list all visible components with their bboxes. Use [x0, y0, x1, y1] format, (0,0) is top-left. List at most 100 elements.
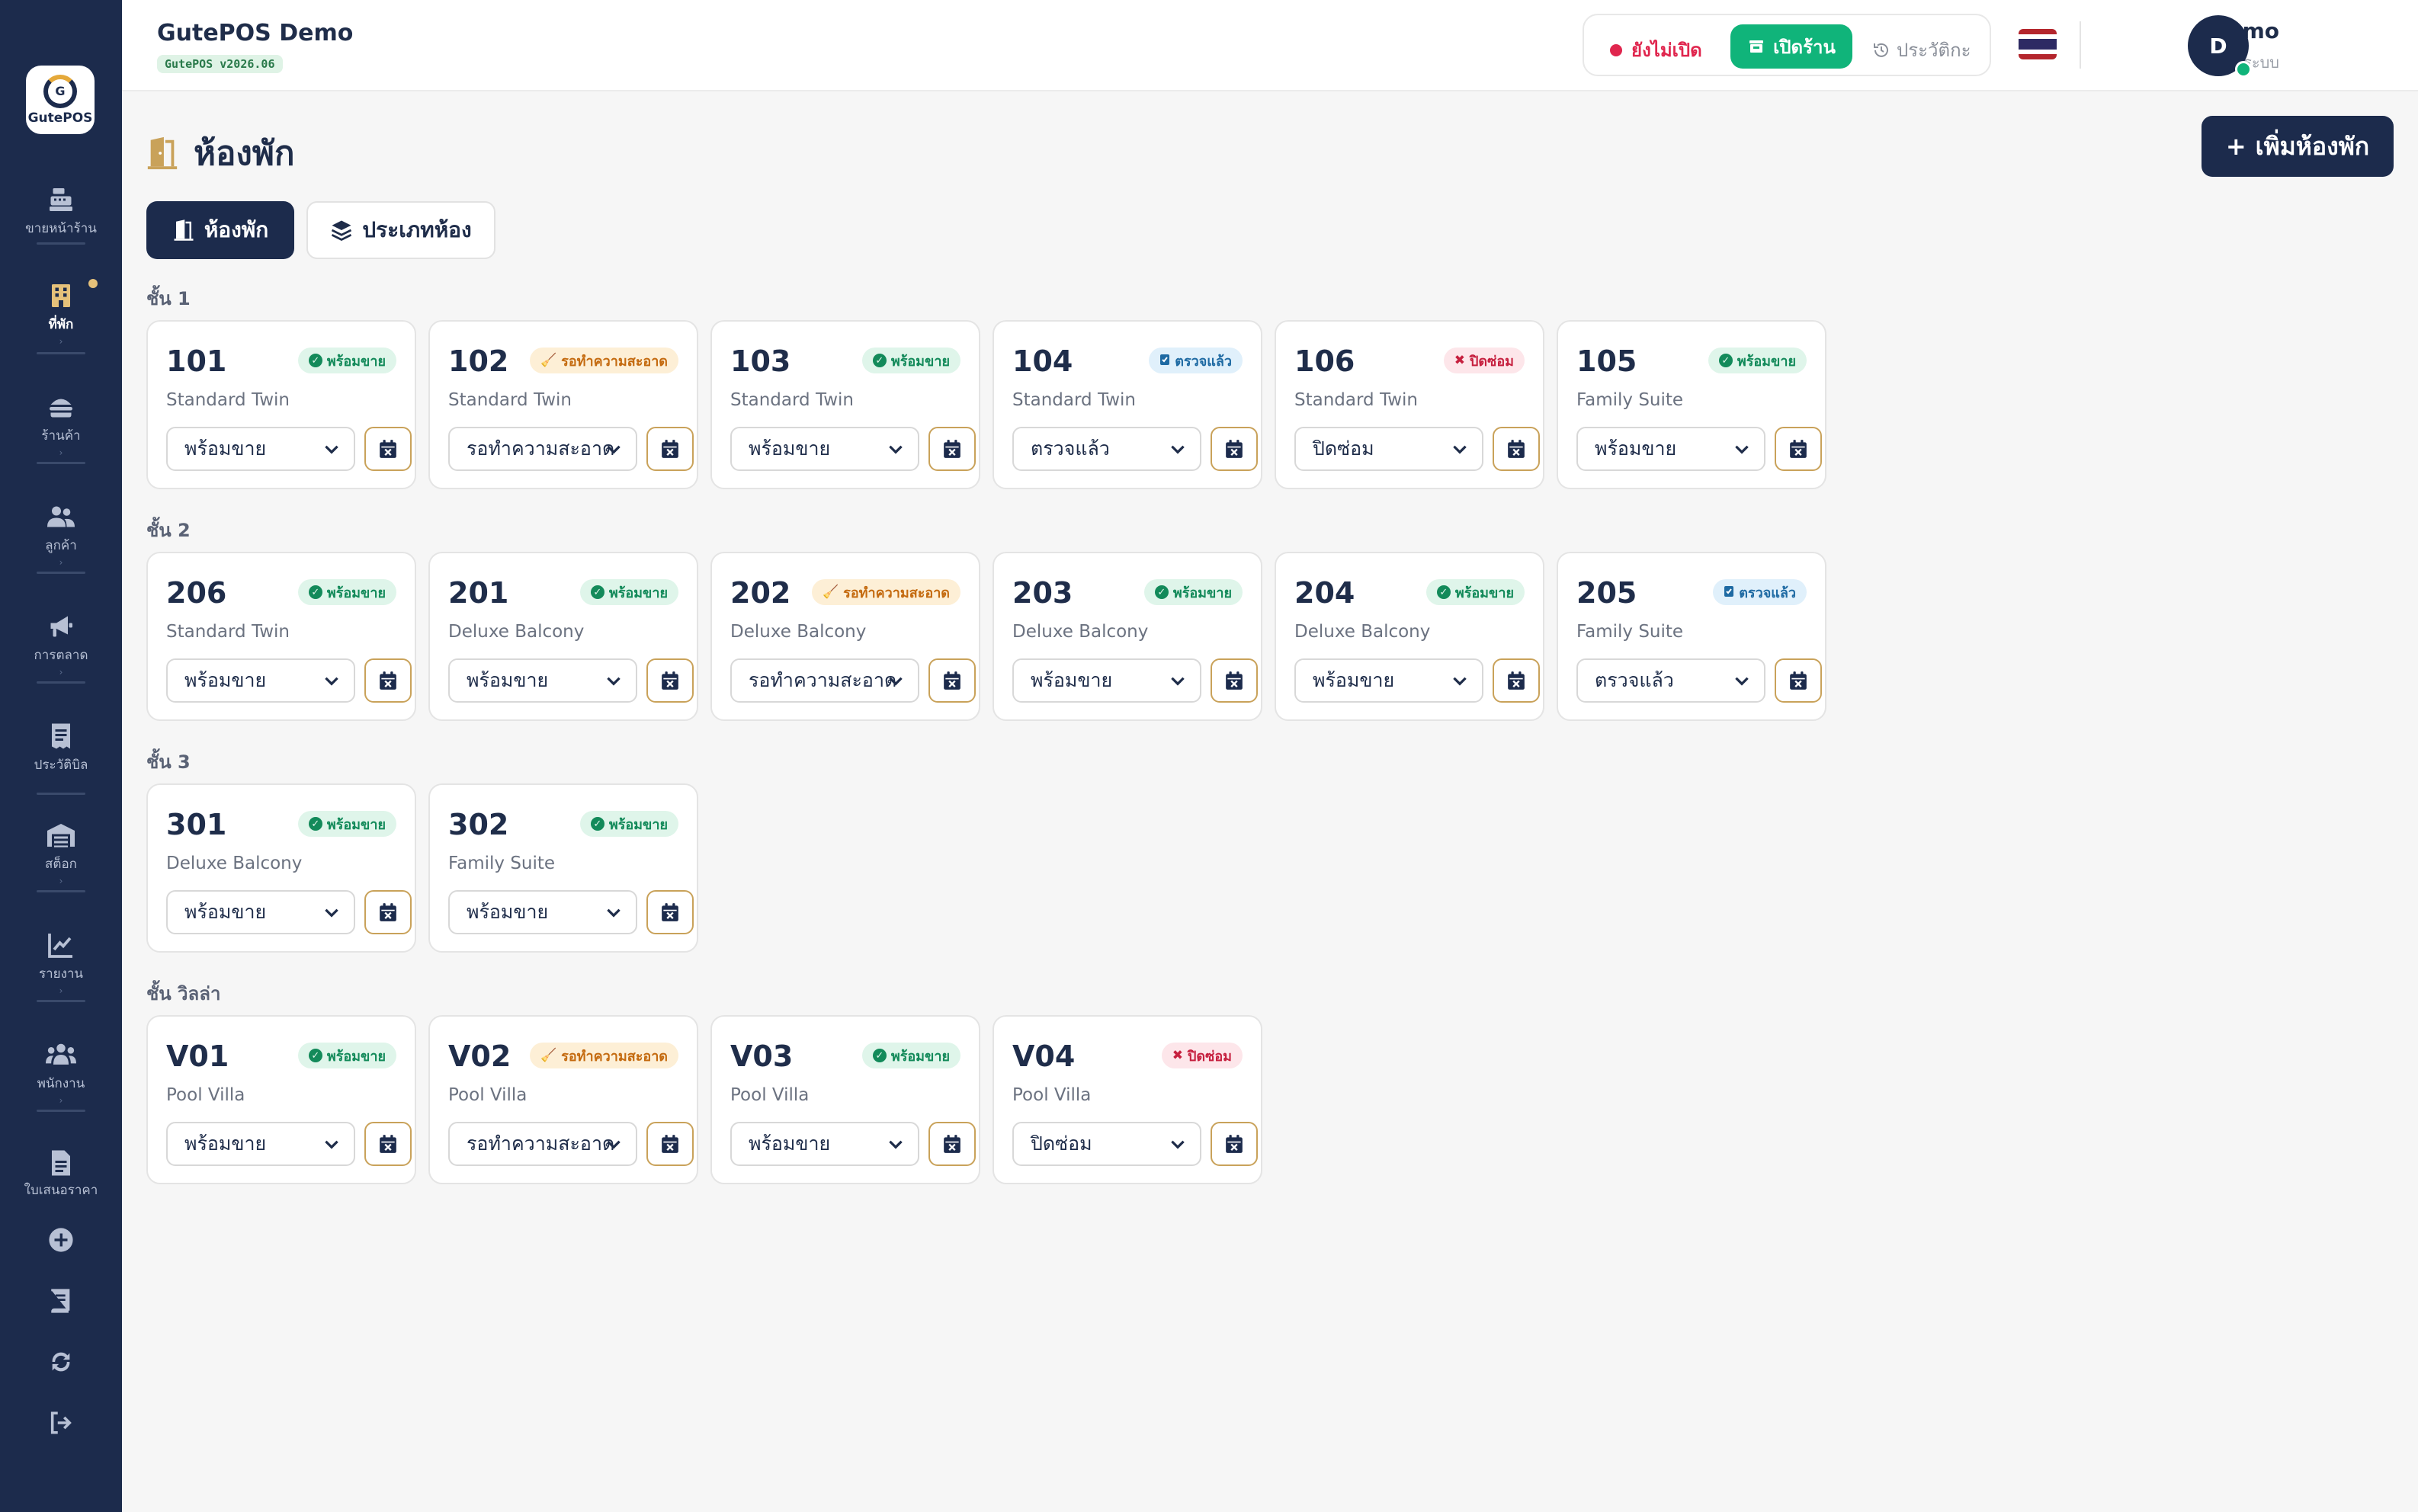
logout-button[interactable] — [0, 1410, 122, 1436]
calendar-block-button[interactable] — [364, 1122, 412, 1166]
sidebar-item-label: ขายหน้าร้าน — [25, 221, 97, 236]
status-badge: ✓ พร้อมขาย — [861, 348, 960, 373]
room-card[interactable]: 202 🧹 รอทำความสะอาด Deluxe Balcony รอทำความส… — [710, 552, 980, 721]
calendar-block-button[interactable] — [646, 658, 694, 703]
thai-flag-icon[interactable] — [2019, 29, 2057, 59]
room-card[interactable]: 302 ✓ พร้อมขาย Family Suite พร้อมขาย — [428, 783, 698, 953]
calendar-block-button[interactable] — [1775, 427, 1822, 471]
room-status-select[interactable]: พร้อมขาย — [166, 427, 355, 471]
room-card[interactable]: 101 ✓ พร้อมขาย Standard Twin พร้อมขาย — [146, 320, 416, 489]
sidebar-item-shop[interactable]: ร้านค้า › — [0, 392, 122, 458]
calendar-block-button[interactable] — [1211, 1122, 1258, 1166]
calendar-block-button[interactable] — [646, 890, 694, 934]
status-badge: 🧹 รอทำความสะอาด — [529, 348, 678, 373]
manual-button[interactable] — [0, 1288, 122, 1314]
calendar-block-button[interactable] — [364, 427, 412, 471]
room-status-select[interactable]: ปิดซ่อม — [1294, 427, 1483, 471]
calendar-block-button[interactable] — [1211, 658, 1258, 703]
room-status-select[interactable]: พร้อมขาย — [1294, 658, 1483, 703]
room-card[interactable]: 201 ✓ พร้อมขาย Deluxe Balcony พร้อมขาย — [428, 552, 698, 721]
calendar-block-button[interactable] — [1775, 658, 1822, 703]
room-status-select[interactable]: พร้อมขาย — [448, 890, 637, 934]
sidebar-item-accommodation[interactable]: ที่พัก › — [0, 277, 122, 347]
sidebar-item-marketing[interactable]: การตลาด › — [0, 611, 122, 678]
room-type: Deluxe Balcony — [166, 854, 303, 873]
room-status-select[interactable]: พร้อมขาย — [1012, 658, 1201, 703]
room-status-select[interactable]: รอทำความสะอาด — [730, 658, 919, 703]
room-status-select[interactable]: พร้อมขาย — [448, 658, 637, 703]
chevron-down-icon — [325, 908, 338, 918]
room-status-select[interactable]: ปิดซ่อม — [1012, 1122, 1201, 1166]
room-status-select[interactable]: ตรวจแล้ว — [1576, 658, 1765, 703]
room-card[interactable]: V03 ✓ พร้อมขาย Pool Villa พร้อมขาย — [710, 1015, 980, 1184]
room-status-select[interactable]: รอทำความสะอาด — [448, 1122, 637, 1166]
room-status-select[interactable]: พร้อมขาย — [730, 1122, 919, 1166]
calendar-block-button[interactable] — [646, 1122, 694, 1166]
sidebar-item-reports[interactable]: รายงาน › — [0, 930, 122, 996]
door-icon — [174, 219, 194, 241]
calendar-x-icon — [662, 1135, 678, 1153]
sidebar-item-label: รายงาน — [38, 966, 84, 982]
room-status-select[interactable]: ตรวจแล้ว — [1012, 427, 1201, 471]
room-type: Pool Villa — [1012, 1085, 1092, 1105]
chevron-down-icon — [1735, 445, 1749, 454]
calendar-block-button[interactable] — [364, 658, 412, 703]
room-status-select[interactable]: รอทำความสะอาด — [448, 427, 637, 471]
calendar-block-button[interactable] — [928, 427, 976, 471]
room-card[interactable]: 106 ✖ ปิดซ่อม Standard Twin ปิดซ่อม — [1275, 320, 1544, 489]
room-card[interactable]: 103 ✓ พร้อมขาย Standard Twin พร้อมขาย — [710, 320, 980, 489]
calendar-block-button[interactable] — [364, 890, 412, 934]
sidebar-item-customers[interactable]: ลูกค้า › — [0, 501, 122, 568]
chevron-down-icon — [889, 677, 903, 686]
room-status-select[interactable]: พร้อมขาย — [166, 1122, 355, 1166]
broom-icon: 🧹 — [540, 353, 557, 368]
room-card[interactable]: V01 ✓ พร้อมขาย Pool Villa พร้อมขาย — [146, 1015, 416, 1184]
room-status-select[interactable]: พร้อมขาย — [1576, 427, 1765, 471]
calendar-block-button[interactable] — [1211, 427, 1258, 471]
room-card[interactable]: V04 ✖ ปิดซ่อม Pool Villa ปิดซ่อม — [993, 1015, 1262, 1184]
calendar-block-button[interactable] — [1493, 427, 1540, 471]
calendar-block-button[interactable] — [646, 427, 694, 471]
room-card[interactable]: 206 ✓ พร้อมขาย Standard Twin พร้อมขาย — [146, 552, 416, 721]
room-card[interactable]: 204 ✓ พร้อมขาย Deluxe Balcony พร้อมขาย — [1275, 552, 1544, 721]
room-card[interactable]: 301 ✓ พร้อมขาย Deluxe Balcony พร้อมขาย — [146, 783, 416, 953]
broom-icon: 🧹 — [822, 585, 839, 600]
sidebar-item-pos[interactable]: ขายหน้าร้าน — [0, 184, 122, 239]
check-circle-icon: ✓ — [308, 1049, 322, 1062]
clipboard-check-icon — [1724, 585, 1734, 601]
room-status-select[interactable]: พร้อมขาย — [166, 658, 355, 703]
room-card[interactable]: 105 ✓ พร้อมขาย Family Suite พร้อมขาย — [1557, 320, 1826, 489]
app-title: GutePOS Demo — [157, 20, 354, 46]
room-card[interactable]: 102 🧹 รอทำความสะอาด Standard Twin รอทำความสะ… — [428, 320, 698, 489]
chevron-right-icon: › — [59, 557, 63, 568]
room-card[interactable]: V02 🧹 รอทำความสะอาด Pool Villa รอทำความสะอาด — [428, 1015, 698, 1184]
tab-rooms[interactable]: ห้องพัก — [146, 201, 294, 259]
sync-button[interactable] — [0, 1349, 122, 1375]
calendar-block-button[interactable] — [928, 658, 976, 703]
calendar-block-button[interactable] — [928, 1122, 976, 1166]
sidebar-item-staff[interactable]: พนักงาน › — [0, 1040, 122, 1106]
room-card[interactable]: 203 ✓ พร้อมขาย Deluxe Balcony พร้อมขาย — [993, 552, 1262, 721]
room-type: Standard Twin — [730, 390, 854, 410]
history-icon — [1874, 43, 1888, 57]
room-number: 105 — [1576, 344, 1637, 378]
status-badge: ✓ พร้อมขาย — [297, 1043, 396, 1068]
room-status-select[interactable]: พร้อมขาย — [730, 427, 919, 471]
page-title: ห้องพัก — [145, 127, 295, 180]
calendar-block-button[interactable] — [1493, 658, 1540, 703]
room-card[interactable]: 104 ตรวจแล้ว Standard Twin ตรวจแล้ว — [993, 320, 1262, 489]
shift-history-button[interactable]: ประวัติกะ — [1872, 35, 1971, 65]
add-circle-button[interactable] — [0, 1227, 122, 1253]
logout-icon — [50, 1411, 72, 1434]
sidebar-item-quotation[interactable]: ใบเสนอราคา — [0, 1149, 122, 1196]
sidebar-item-stock[interactable]: สต็อก › — [0, 820, 122, 886]
room-type: Deluxe Balcony — [1012, 622, 1149, 642]
chevron-down-icon — [889, 445, 903, 454]
tab-room-types[interactable]: ประเภทห้อง — [306, 201, 495, 259]
sidebar-item-bill-history[interactable]: ประวัติบิล — [0, 721, 122, 775]
add-room-button[interactable]: + เพิ่มห้องพัก — [2202, 116, 2394, 177]
room-card[interactable]: 205 ตรวจแล้ว Family Suite ตรวจแล้ว — [1557, 552, 1826, 721]
room-status-select[interactable]: พร้อมขาย — [166, 890, 355, 934]
app-logo[interactable]: G GutePOS — [26, 66, 95, 134]
open-shop-button[interactable]: เปิดร้าน — [1730, 24, 1852, 69]
